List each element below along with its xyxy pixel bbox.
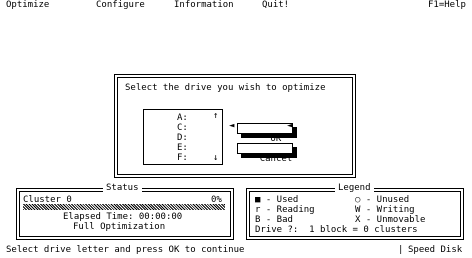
app-name: Speed Disk (408, 245, 463, 255)
optimization-method: Full Optimization (73, 222, 166, 232)
focus-arrow-icon: ◄ (229, 121, 235, 131)
ok-button[interactable]: OK (237, 123, 293, 144)
status-panel-title: Status (103, 183, 142, 193)
drive-item-f[interactable]: F: (177, 153, 188, 163)
cancel-button[interactable]: Cancel (237, 143, 293, 164)
menu-configure[interactable]: Configure (96, 0, 145, 10)
drive-item-e[interactable]: E: (177, 143, 188, 153)
progress-bar (23, 204, 225, 210)
menu-help[interactable]: F1=Help (428, 0, 466, 10)
elapsed-time: Elapsed Time: 00:00:00 (63, 212, 183, 222)
menu-quit[interactable]: Quit! (262, 0, 289, 10)
menu-bar: Optimize Configure Information Quit! F1=… (0, 0, 472, 10)
legend-unmovable: X - Unmovable (355, 215, 426, 225)
drive-item-d[interactable]: D: (177, 133, 188, 143)
legend-unused: ○ - Unused (355, 195, 410, 205)
menu-optimize[interactable]: Optimize (6, 0, 49, 10)
legend-bad: B - Bad (255, 215, 293, 225)
drive-item-c[interactable]: C: (177, 123, 188, 133)
menu-information[interactable]: Information (174, 0, 234, 10)
legend-reading: r - Reading (255, 205, 315, 215)
drive-list[interactable]: A: C: D: E: F: ↑ ↓ (143, 109, 223, 165)
status-divider: | (398, 245, 404, 255)
drive-block-info: Drive ?: 1 block = 0 clusters (255, 225, 418, 235)
legend-panel-title: Legend (335, 183, 374, 193)
legend-panel: Legend ■ - Used r - Reading B - Bad ○ - … (246, 183, 464, 240)
legend-used: ■ - Used (255, 195, 299, 205)
scroll-up-arrow-icon[interactable]: ↑ (213, 111, 218, 121)
status-hint: Select drive letter and press OK to cont… (6, 245, 245, 255)
status-panel: Status Cluster 0 0% Elapsed Time: 00:00:… (16, 183, 234, 240)
cancel-button-label: Cancel (259, 154, 293, 164)
status-bar: Select drive letter and press OK to cont… (0, 244, 472, 256)
ok-marker-icon: ◄ (287, 121, 293, 131)
scroll-down-arrow-icon[interactable]: ↓ (213, 153, 218, 163)
legend-writing: W - Writing (355, 205, 415, 215)
drive-select-dialog: Select the drive you wish to optimize A:… (114, 74, 356, 178)
dialog-title: Select the drive you wish to optimize (125, 83, 326, 93)
drive-item-a[interactable]: A: (177, 113, 188, 123)
